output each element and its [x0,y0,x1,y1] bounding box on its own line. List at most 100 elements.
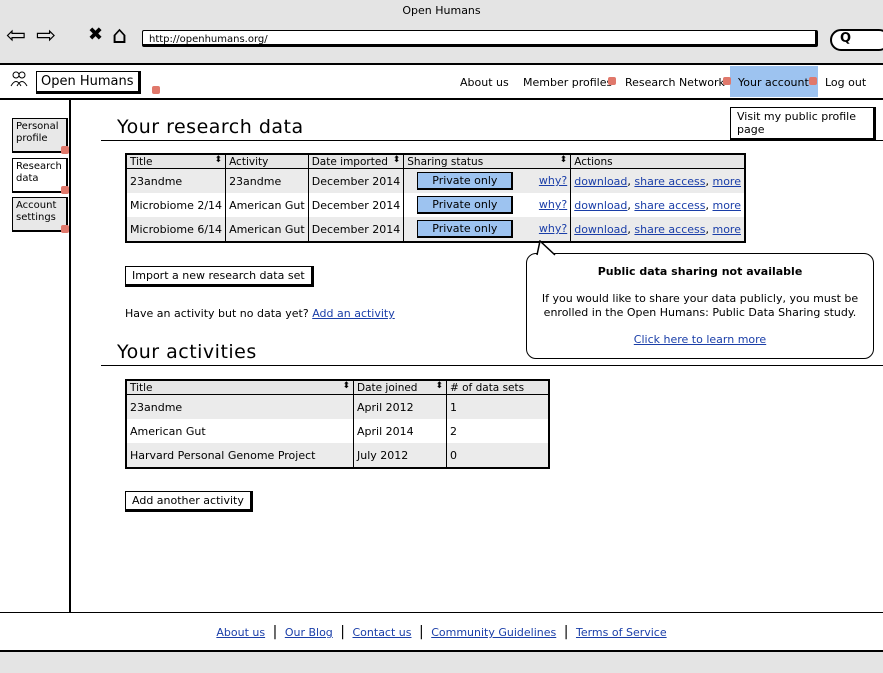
share-access-link[interactable]: share access [634,223,705,236]
cell-title: American Gut [130,424,206,438]
why-link[interactable]: why? [539,222,567,235]
table-row: 23andme 23andme December 2014 Private on… [126,168,745,193]
footer-blog-link[interactable]: Our Blog [285,626,333,639]
cell-title: Harvard Personal Genome Project [126,443,354,468]
cell-date: December 2014 [307,168,404,193]
column-header-activity[interactable]: Activity [225,154,309,169]
footer-guidelines-link[interactable]: Community Guidelines [431,626,556,639]
home-icon[interactable]: ⌂ [112,20,127,50]
download-link[interactable]: download [574,175,627,188]
add-activity-button[interactable]: Add another activity [125,491,253,512]
address-bar[interactable]: http://openhumans.org/ [142,30,818,47]
annotation-flag-icon [152,86,160,94]
cell-actions: download, share access, more [570,193,745,217]
column-header-date-imported[interactable]: Date imported ⬍ [307,154,404,169]
search-icon: Q [840,31,852,46]
column-header-date-joined[interactable]: Date joined ⬍ [353,380,447,395]
no-data-text: Have an activity but no data yet? [125,307,309,320]
popover-pointer [536,240,556,256]
more-link[interactable]: more [712,199,741,212]
annotation-flag-icon [809,77,817,85]
footer-about-us-link[interactable]: About us [216,626,265,639]
site-logo[interactable]: Open Humans [36,71,141,94]
research-data-table: Title ⬍ Activity Date imported ⬍ Sharing s… [125,153,746,243]
column-header-title[interactable]: Title ⬍ [126,154,226,169]
share-access-link[interactable]: share access [634,199,705,212]
sort-icon[interactable]: ⬍ [435,381,443,391]
import-data-set-button[interactable]: Import a new research data set [125,266,314,287]
sidebar-item-personal-profile[interactable]: Personal profile [12,118,69,154]
column-header-title[interactable]: Title ⬍ [126,380,354,395]
nav-research-network[interactable]: Research Network [625,76,725,89]
nav-member-profiles[interactable]: Member profiles [523,76,612,89]
popover-text-line-2: enrolled in the Open Humans: Public Data… [543,306,857,319]
cell-actions: download, share access, more [570,168,745,193]
search-field[interactable]: Q [830,29,883,51]
heading-rule [101,365,883,366]
footer-separator: | [272,624,278,640]
cell-date: December 2014 [307,193,404,217]
sort-icon[interactable]: ⬍ [342,381,350,391]
cell-data-set-count: 0 [446,443,549,468]
cell-sharing-status: Private only why? [403,193,571,217]
cell-title: Microbiome 2/14 [130,198,223,212]
more-link[interactable]: more [712,223,741,236]
table-row: Microbiome 6/14 American Gut December 20… [126,217,745,242]
footer-links: About us | Our Blog | Contact us | Commu… [0,624,883,640]
nav-log-out[interactable]: Log out [825,76,866,89]
table-row: 23andme April 2012 1 [126,394,549,419]
nav-about-us[interactable]: About us [460,76,509,89]
why-link[interactable]: why? [539,174,567,187]
column-header-sharing-status[interactable]: Sharing status ⬍ [403,154,571,169]
footer-divider [0,612,883,613]
cell-title: 23andme [126,394,354,419]
download-link[interactable]: download [574,199,627,212]
sidebar-item-label: Personal profile [16,121,59,144]
footer-terms-link[interactable]: Terms of Service [576,626,667,639]
table-header-row: Title ⬍ Activity Date imported ⬍ Sharing s… [126,154,745,169]
more-link[interactable]: more [712,175,741,188]
share-access-link[interactable]: share access [634,175,705,188]
nav-your-account[interactable]: Your account [738,76,809,89]
cell-date-joined: April 2014 [353,419,447,443]
cell-sharing-status: Private only why? [403,217,571,242]
sort-icon[interactable]: ⬍ [215,155,223,165]
cell-title: Microbiome 6/14 [126,217,226,242]
column-header-data-sets[interactable]: # of data sets [446,380,549,395]
footer-separator: | [419,624,424,640]
footer-contact-link[interactable]: Contact us [353,626,412,639]
cell-date-joined: July 2012 [353,443,447,468]
sharing-info-popover: Public data sharing not available If you… [526,240,874,359]
cell-activity: 23andme [225,168,309,193]
window-title: Open Humans [402,4,481,17]
cell-date-joined: April 2012 [353,394,447,419]
sort-icon[interactable]: ⬍ [560,155,568,165]
column-header-actions: Actions [570,154,745,169]
sidebar-item-research-data[interactable]: Research data [12,158,69,194]
sharing-status-button[interactable]: Private only [417,220,514,238]
visit-public-profile-button[interactable]: Visit my public profile page [730,107,876,141]
sharing-status-button[interactable]: Private only [417,172,514,190]
stop-icon[interactable]: ✖ [88,20,103,50]
cell-actions: download, share access, more [570,217,745,242]
sidebar-item-label: Research data [16,161,62,184]
forward-icon[interactable]: ⇨ [36,20,56,50]
back-icon[interactable]: ⇦ [6,20,26,50]
annotation-flag-icon [61,146,69,154]
sort-icon[interactable]: ⬍ [393,155,401,165]
popover-text-line-1: If you would like to share your data pub… [541,292,859,305]
table-row: Microbiome 2/14 American Gut December 20… [126,193,745,217]
footer-separator: | [563,624,569,640]
cell-title: 23andme [126,168,226,193]
annotation-flag-icon [723,77,731,85]
learn-more-link[interactable]: Click here to learn more [634,333,766,346]
cell-sharing-status: Private only why? [403,168,571,193]
activities-table: Title ⬍ Date joined ⬍ # of data sets 23and… [125,379,550,469]
sharing-status-button[interactable]: Private only [417,196,514,214]
download-link[interactable]: download [574,223,627,236]
why-link[interactable]: why? [539,198,567,211]
add-activity-link[interactable]: Add an activity [312,307,395,320]
no-data-prompt: Have an activity but no data yet? Add an… [125,307,395,320]
popover-title: Public data sharing not available [597,265,803,278]
sidebar-item-account-settings[interactable]: Account settings [12,197,69,233]
